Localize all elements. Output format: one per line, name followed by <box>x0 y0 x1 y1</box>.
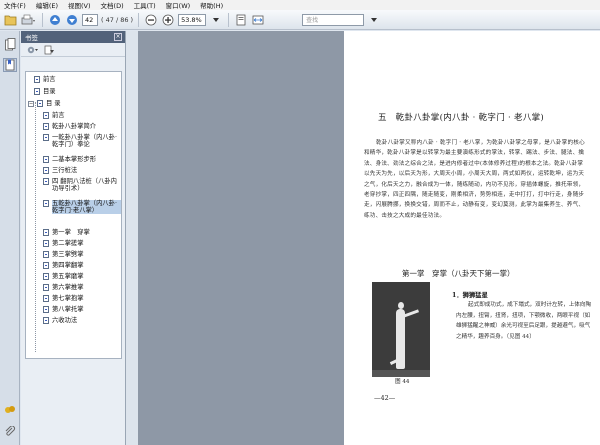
bookmark-icon <box>43 295 49 302</box>
bookmark-icon <box>43 306 49 313</box>
bookmark-item[interactable]: 第五掌磨掌 <box>43 273 83 283</box>
bookmark-icon <box>37 100 43 107</box>
move-title: 1．狮狮猛星 <box>452 292 488 299</box>
zoom-in-icon[interactable] <box>161 13 175 27</box>
open-folder-icon[interactable] <box>4 13 18 27</box>
bookmark-icon <box>34 76 40 83</box>
page-number-input[interactable]: 42 <box>82 13 98 26</box>
menu-window[interactable]: 窗口(W) <box>166 0 191 10</box>
move-description: 起式即成功式，成下塌式，双时计左转，上体向陶内左腰，扭臂，扭肾，扭项，下颚微收，… <box>456 302 592 340</box>
bookmark-icon <box>43 251 49 258</box>
bookmarks-title: 书签 <box>25 34 38 42</box>
menu-edit[interactable]: 编辑(E) <box>36 0 58 10</box>
menu-tools[interactable]: 工具(T) <box>134 0 156 10</box>
zoom-dropdown-icon[interactable] <box>209 13 223 27</box>
document-page: 五 乾卦八卦掌(内八卦 · 乾字门 · 老八掌) 乾卦八卦掌又称内八卦 · 乾字… <box>344 31 600 445</box>
navigation-rail <box>0 31 20 445</box>
toolbar-separator <box>42 12 43 27</box>
bookmark-item[interactable]: 四 翻阴八法桩（八卦内功导引术） <box>43 178 121 192</box>
bookmark-icon <box>43 284 49 291</box>
bookmark-icon <box>43 123 49 130</box>
bookmark-item[interactable]: 第七掌抱掌 <box>43 295 83 305</box>
search-dropdown-icon[interactable] <box>367 13 381 27</box>
expand-bookmark-icon[interactable] <box>42 43 56 57</box>
bookmark-item[interactable]: 第二掌搓掌 <box>43 240 83 250</box>
bookmark-icon <box>43 262 49 269</box>
bookmark-icon <box>43 112 49 119</box>
bookmark-icon <box>43 229 49 236</box>
toolbar: 42 ( 47 / 86 ) 53.8% 查找 <box>0 10 600 30</box>
panel-splitter[interactable] <box>126 31 138 445</box>
menu-document[interactable]: 文档(D) <box>101 0 124 10</box>
page-count: ( 47 / 86 ) <box>101 15 134 24</box>
previous-page-icon[interactable] <box>48 13 62 27</box>
figure-caption: 图 44 <box>395 379 410 385</box>
bookmark-icon <box>43 317 49 324</box>
options-gear-icon[interactable] <box>25 43 39 57</box>
bookmark-item[interactable]: 三行桩法 <box>43 167 77 177</box>
menu-help[interactable]: 帮助(H) <box>200 0 223 10</box>
fit-width-icon[interactable] <box>251 13 265 27</box>
bookmark-item-selected[interactable]: 五乾卦八卦掌（内八卦·乾字门·老八掌） <box>43 200 121 214</box>
chapter-title: 五 乾卦八卦掌(内八卦 · 乾字门 · 老八掌) <box>378 113 545 123</box>
menu-file[interactable]: 文件(F) <box>4 0 26 10</box>
bookmark-icon <box>43 273 49 280</box>
bookmarks-header: 书签 × <box>21 31 125 43</box>
close-icon[interactable]: × <box>114 33 122 41</box>
bookmark-item[interactable]: 第六掌推掌 <box>43 284 83 294</box>
section-title: 第一掌 穿掌（八卦天下第一掌） <box>402 269 515 278</box>
bookmark-item[interactable]: 第八掌托掌 <box>43 306 83 316</box>
document-background <box>138 31 344 445</box>
search-input[interactable]: 查找 <box>302 13 365 26</box>
pages-panel-icon[interactable] <box>3 37 17 51</box>
attachments-icon[interactable] <box>3 425 17 439</box>
bookmark-icon <box>43 178 49 185</box>
bookmark-item[interactable]: 目 录 <box>37 100 61 110</box>
bookmarks-tree: − 前言 目录 目 录 前言 乾卦八卦掌简介 一乾卦八卦掌（内八卦·乾字门）拳论… <box>25 71 122 359</box>
bookmark-icon <box>43 156 49 163</box>
bookmark-icon <box>43 134 49 141</box>
print-icon[interactable] <box>21 13 37 27</box>
bookmark-item[interactable]: 二基本掌形步形 <box>43 156 96 166</box>
bookmarks-panel: 书签 × − 前言 目录 目 录 前言 乾卦八卦掌简介 一乾卦八卦掌（内八卦·乾… <box>21 31 126 445</box>
bookmark-item[interactable]: 前言 <box>43 112 65 122</box>
bookmarks-toolbar <box>21 43 125 57</box>
bookmark-icon <box>43 167 49 174</box>
toolbar-separator <box>228 12 230 27</box>
bookmark-icon <box>34 88 40 95</box>
bookmark-item[interactable]: 一乾卦八卦掌（内八卦·乾字门）拳论 <box>43 134 121 148</box>
bookmark-item[interactable]: 六收功法 <box>43 317 77 327</box>
bookmark-icon <box>43 240 49 247</box>
menu-bar: 文件(F) 编辑(E) 视图(V) 文档(D) 工具(T) 窗口(W) 帮助(H… <box>0 0 600 10</box>
toolbar-separator <box>138 12 140 27</box>
figure-photo <box>372 282 430 377</box>
bookmark-item[interactable]: 前言 <box>34 76 56 86</box>
next-page-icon[interactable] <box>65 13 79 27</box>
bookmark-item[interactable]: 第一掌 穿掌 <box>43 229 90 239</box>
page-number: —42— <box>374 394 396 402</box>
menu-view[interactable]: 视图(V) <box>68 0 91 10</box>
bookmark-icon <box>43 200 49 207</box>
body-paragraph: 乾卦八卦掌又称内八卦 · 乾字门 · 老八掌，为乾卦八卦掌之母掌，是八卦掌的核心… <box>364 140 585 219</box>
bookmarks-panel-icon[interactable] <box>3 58 17 72</box>
zoom-level-select[interactable]: 53.8% <box>178 13 207 26</box>
bookmark-item[interactable]: 第三掌劈掌 <box>43 251 83 261</box>
fit-page-icon[interactable] <box>234 13 248 27</box>
signatures-icon[interactable] <box>3 403 17 417</box>
bookmark-item[interactable]: 目录 <box>34 88 56 98</box>
zoom-out-icon[interactable] <box>144 13 158 27</box>
bookmark-item[interactable]: 乾卦八卦掌简介 <box>43 123 96 133</box>
collapse-toggle-icon[interactable]: − <box>28 101 34 107</box>
bookmark-item[interactable]: 第四掌翻掌 <box>43 262 83 272</box>
